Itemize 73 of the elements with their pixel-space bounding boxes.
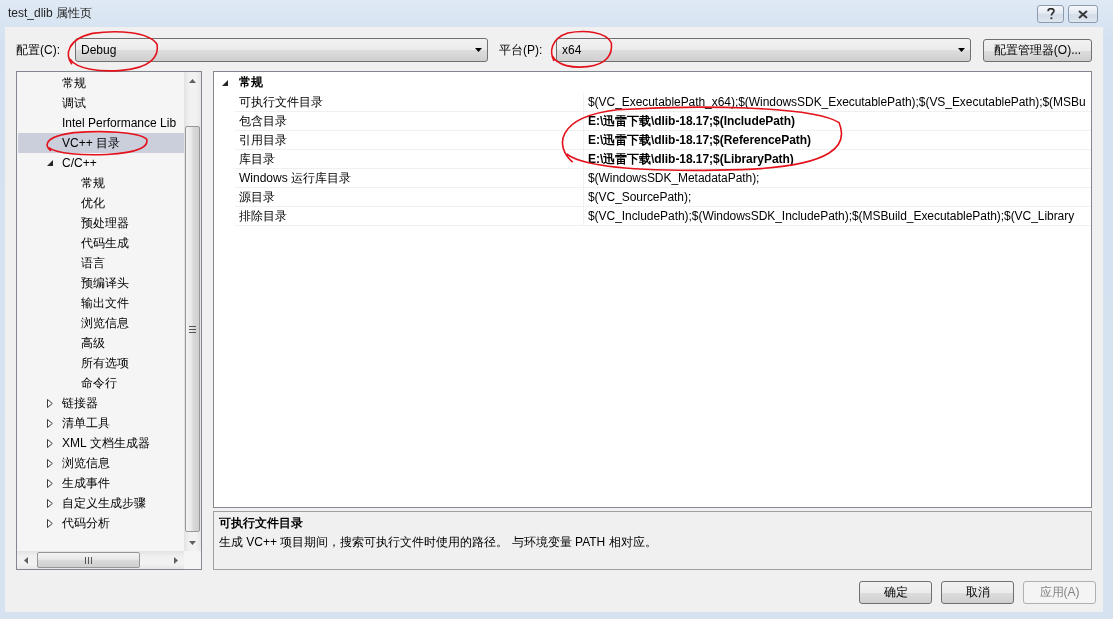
property-value[interactable]: $(WindowsSDK_MetadataPath);	[584, 169, 1091, 188]
tree-item[interactable]: Intel Performance Lib	[18, 113, 184, 133]
vertical-scrollbar[interactable]	[184, 72, 201, 551]
horizontal-scrollbar[interactable]	[17, 551, 184, 569]
up-arrow-icon[interactable]	[189, 78, 196, 83]
dialog-button[interactable]: 确定	[859, 581, 932, 604]
tree-item[interactable]: 清单工具	[18, 413, 184, 433]
tree-item[interactable]: 生成事件	[18, 473, 184, 493]
down-arrow-icon[interactable]	[189, 540, 196, 545]
description-title: 可执行文件目录	[219, 515, 303, 532]
triangle-icon[interactable]	[47, 498, 53, 508]
tree-item[interactable]: 代码分析	[18, 513, 184, 533]
tree-item[interactable]: 高级	[18, 333, 184, 353]
triangle-icon[interactable]	[47, 518, 53, 528]
configuration-label: 配置(C):	[16, 41, 61, 59]
caret-icon	[958, 48, 965, 52]
tree-item[interactable]: 所有选项	[18, 353, 184, 373]
close-icon	[1078, 9, 1088, 19]
property-value[interactable]: $(VC_IncludePath);$(WindowsSDK_IncludePath);$(MSBuild_ExecutablePath);$(VC_Library	[584, 207, 1091, 226]
category-label: 常规	[238, 74, 263, 91]
property-value[interactable]: $(VC_ExecutablePath_x64);$(WindowsSDK_ExecutablePath);$(VS_ExecutablePath);$(MSBu	[584, 93, 1091, 112]
tree-item[interactable]: 常规	[18, 173, 184, 193]
triangle-icon[interactable]	[47, 418, 53, 428]
triangle-icon[interactable]	[47, 458, 53, 468]
property-name: 源目录	[235, 188, 584, 207]
property-value[interactable]: $(VC_SourcePath);	[584, 188, 1091, 207]
close-button[interactable]	[1068, 5, 1098, 23]
tree-item[interactable]: 优化	[18, 193, 184, 213]
dialog-button[interactable]: 取消	[941, 581, 1014, 604]
tree-item[interactable]: XML 文档生成器	[18, 433, 184, 453]
property-name: 可执行文件目录	[235, 93, 584, 112]
triangle-icon[interactable]	[47, 160, 53, 166]
window-title: test_dlib 属性页	[8, 5, 93, 22]
question-mark-icon	[1046, 8, 1055, 20]
caret-icon	[475, 48, 482, 52]
triangle-icon[interactable]	[47, 398, 53, 408]
property-name: 排除目录	[235, 207, 584, 226]
left-arrow-icon[interactable]	[23, 556, 28, 564]
tree-item[interactable]: 链接器	[18, 393, 184, 413]
description-text: 生成 VC++ 项目期间，搜索可执行文件时使用的路径。 与环境变量 PATH 相对应。	[219, 534, 657, 551]
tree-item[interactable]: VC++ 目录	[18, 133, 184, 153]
platform-dropdown[interactable]: x64	[556, 38, 971, 62]
grip-icon	[85, 556, 92, 564]
tree-item[interactable]: 命令行	[18, 373, 184, 393]
property-value[interactable]: E:\迅雷下载\dlib-18.17;$(IncludePath)	[584, 112, 1091, 131]
scrollbar-thumb[interactable]	[185, 126, 200, 532]
scrollbar-thumb[interactable]	[37, 552, 140, 568]
tree-item[interactable]: 语言	[18, 253, 184, 273]
right-arrow-icon[interactable]	[173, 556, 178, 564]
tree-item[interactable]: 调试	[18, 93, 184, 113]
configuration-manager-button[interactable]: 配置管理器(O)...	[983, 38, 1092, 62]
configuration-dropdown[interactable]: Debug	[75, 38, 488, 62]
platform-label: 平台(P):	[499, 41, 544, 59]
tree-item[interactable]: 预编译头	[18, 273, 184, 293]
tree-item[interactable]: 预处理器	[18, 213, 184, 233]
tree-item[interactable]: 浏览信息	[18, 453, 184, 473]
triangle-icon[interactable]	[47, 478, 53, 488]
triangle-icon[interactable]	[221, 79, 228, 86]
tree-item[interactable]: C/C++	[18, 153, 184, 173]
tree-item[interactable]: 浏览信息	[18, 313, 184, 333]
property-value[interactable]: E:\迅雷下载\dlib-18.17;$(ReferencePath)	[584, 131, 1091, 150]
tree-item[interactable]: 自定义生成步骤	[18, 493, 184, 513]
property-name: 引用目录	[235, 131, 584, 150]
property-value[interactable]: E:\迅雷下载\dlib-18.17;$(LibraryPath)	[584, 150, 1091, 169]
tree-item[interactable]: 代码生成	[18, 233, 184, 253]
tree-item[interactable]: 输出文件	[18, 293, 184, 313]
tree-item[interactable]: 常规	[18, 73, 184, 93]
help-button[interactable]	[1037, 5, 1064, 23]
grip-icon	[189, 325, 196, 333]
triangle-icon[interactable]	[47, 438, 53, 448]
property-name: Windows 运行库目录	[235, 169, 584, 188]
property-name: 包含目录	[235, 112, 584, 131]
property-name: 库目录	[235, 150, 584, 169]
